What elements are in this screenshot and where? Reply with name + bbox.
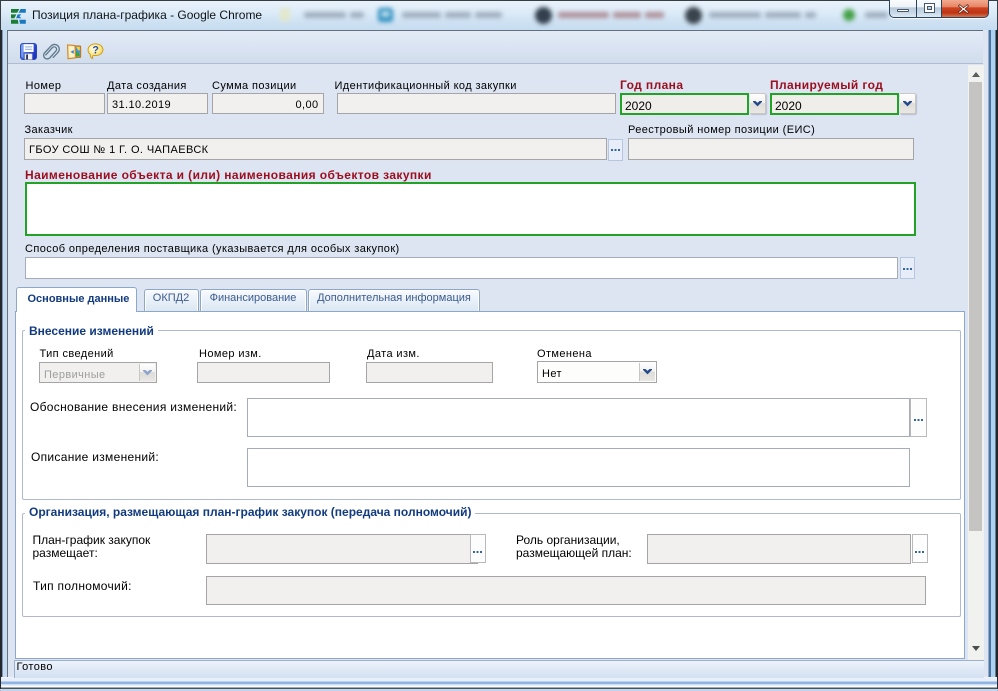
svg-text:?: ?: [92, 44, 98, 56]
